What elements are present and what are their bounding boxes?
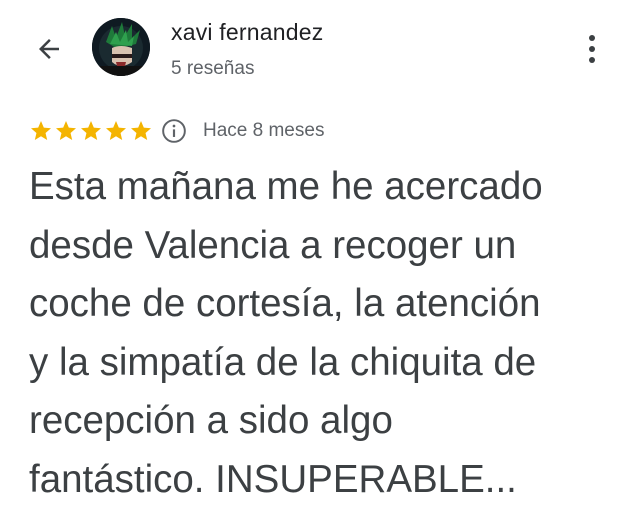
star-icon xyxy=(131,121,151,140)
more-vert-icon xyxy=(589,35,595,41)
review-header: xavi fernandez 5 reseñas xyxy=(0,0,640,100)
back-button[interactable] xyxy=(26,26,72,72)
star-icon xyxy=(81,121,101,140)
review-meta: Hace 8 meses xyxy=(29,116,324,146)
more-vert-icon-dot xyxy=(589,57,595,63)
reviewer-name[interactable]: xavi fernandez xyxy=(171,19,323,46)
star-rating xyxy=(29,119,153,143)
avatar-image xyxy=(92,18,150,76)
avatar[interactable] xyxy=(92,18,150,76)
info-icon[interactable] xyxy=(161,118,187,144)
more-options-button[interactable] xyxy=(572,26,612,72)
more-vert-icon-dot xyxy=(589,46,595,52)
review-count: 5 reseñas xyxy=(171,58,255,79)
review-text: Esta mañana me he acercado desde Valenci… xyxy=(29,165,543,501)
star-icon xyxy=(106,121,126,140)
star-icon xyxy=(56,121,76,140)
arrow-back-icon xyxy=(39,39,59,59)
review-time: Hace 8 meses xyxy=(203,120,325,141)
star-icon xyxy=(31,121,51,140)
